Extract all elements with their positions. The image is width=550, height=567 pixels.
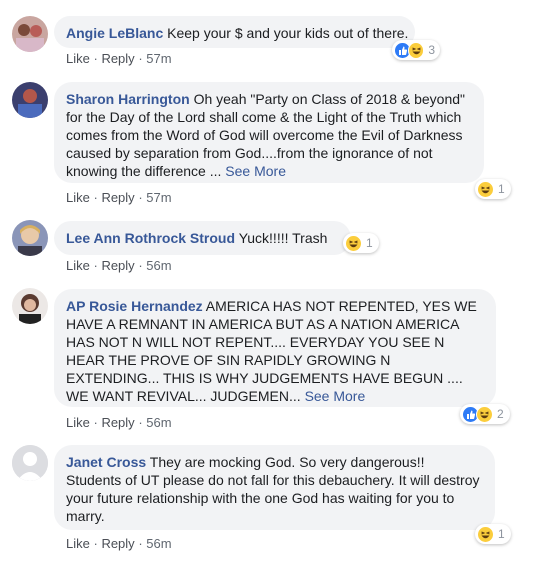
haha-icon [407, 41, 425, 59]
reply-link[interactable]: Reply [101, 415, 134, 430]
like-link[interactable]: Like [66, 536, 90, 551]
comment-time[interactable]: 57m [146, 190, 171, 205]
avatar[interactable] [12, 16, 48, 52]
comment-author[interactable]: AP Rosie Hernandez [66, 298, 203, 314]
comment-time[interactable]: 56m [146, 258, 171, 273]
comment-author[interactable]: Lee Ann Rothrock Stroud [66, 230, 235, 246]
haha-icon [345, 234, 362, 252]
comment-bubble: AP Rosie Hernandez AMERICA HAS NOT REPEN… [54, 289, 496, 407]
reaction-summary[interactable]: 1 [343, 233, 379, 253]
reaction-count: 1 [498, 182, 505, 196]
avatar[interactable] [12, 445, 48, 481]
reaction-count: 1 [366, 236, 373, 250]
comment-bubble: Janet Cross They are mocking God. So ver… [54, 445, 495, 530]
like-link[interactable]: Like [66, 415, 90, 430]
reply-link[interactable]: Reply [101, 51, 134, 66]
reaction-summary[interactable]: 2 [460, 404, 510, 424]
like-link[interactable]: Like [66, 190, 90, 205]
reaction-summary[interactable]: 1 [475, 524, 511, 544]
reaction-summary[interactable]: 1 [475, 179, 511, 199]
reaction-count: 3 [428, 43, 435, 57]
haha-icon [477, 525, 494, 543]
haha-icon [477, 180, 494, 198]
reply-link[interactable]: Reply [101, 536, 134, 551]
comment-time[interactable]: 57m [146, 51, 171, 66]
see-more-link[interactable]: See More [305, 388, 366, 404]
reaction-count: 2 [497, 407, 504, 421]
avatar[interactable] [12, 82, 48, 118]
avatar[interactable] [12, 288, 48, 324]
comment-text: Keep your $ and your kids out of there. [167, 25, 409, 41]
comment-author[interactable]: Janet Cross [66, 454, 146, 470]
reply-link[interactable]: Reply [101, 190, 134, 205]
comment-time[interactable]: 56m [146, 536, 171, 551]
comment-actions: Like · Reply · 56m [66, 415, 172, 431]
comment-text: Yuck!!!!! Trash [238, 230, 328, 246]
comment-thread: Angie LeBlanc Keep your $ and your kids … [0, 0, 550, 567]
reaction-summary[interactable]: 3 [392, 40, 440, 60]
comment-time[interactable]: 56m [146, 415, 171, 430]
comment-bubble: Sharon Harrington Oh yeah "Party on Clas… [54, 82, 484, 183]
comment-actions: Like · Reply · 56m [66, 258, 172, 274]
see-more-link[interactable]: See More [225, 163, 286, 179]
like-link[interactable]: Like [66, 258, 90, 273]
haha-icon [476, 405, 493, 423]
avatar[interactable] [12, 220, 48, 256]
comment-actions: Like · Reply · 56m [66, 536, 172, 552]
like-link[interactable]: Like [66, 51, 90, 66]
comment-author[interactable]: Angie LeBlanc [66, 25, 163, 41]
reply-link[interactable]: Reply [101, 258, 134, 273]
comment-actions: Like · Reply · 57m [66, 190, 172, 206]
comment-bubble: Lee Ann Rothrock Stroud Yuck!!!!! Trash [54, 221, 351, 255]
comment-author[interactable]: Sharon Harrington [66, 91, 190, 107]
comment-bubble: Angie LeBlanc Keep your $ and your kids … [54, 16, 415, 48]
reaction-count: 1 [498, 527, 505, 541]
comment-actions: Like · Reply · 57m [66, 51, 172, 67]
